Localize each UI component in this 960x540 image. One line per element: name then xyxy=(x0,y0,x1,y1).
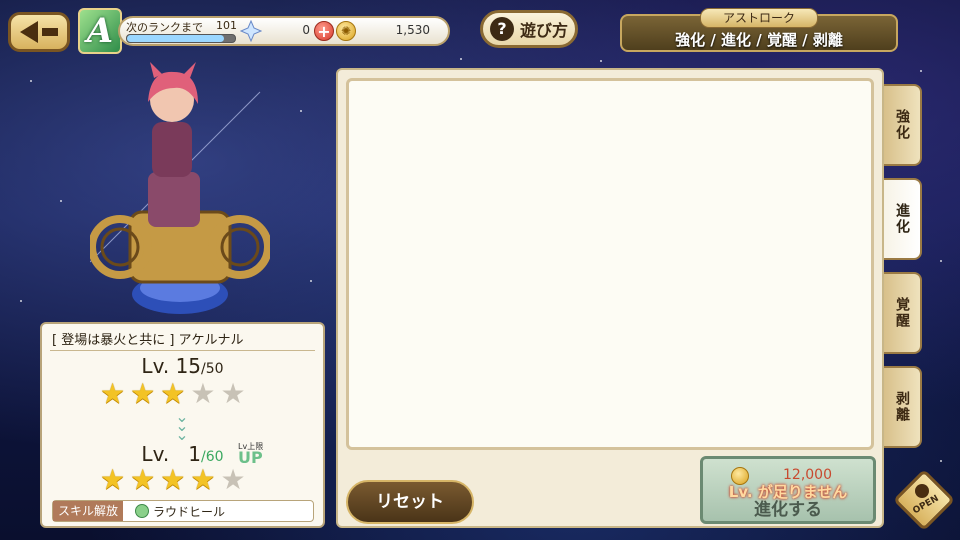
current-star-rating: ★ ★ ★ ★ ★ xyxy=(100,380,246,408)
question-icon: ? xyxy=(489,17,514,41)
current-level-prefix: Lv. xyxy=(141,354,170,378)
coin-count: 1,530 xyxy=(395,23,430,37)
status-bar: 次のランクまで 101 0 + ✺ 1,530 xyxy=(118,16,450,46)
how-to-play-button[interactable]: ? 遊び方 xyxy=(480,10,578,48)
section-title: 強化 / 進化 / 覚醒 / 剥離 xyxy=(675,31,843,49)
star-filled-icon: ★ xyxy=(130,463,156,496)
star-empty-icon: ★ xyxy=(190,377,216,410)
star-empty-icon: ★ xyxy=(220,377,246,410)
level-cap-up-badge: Lv上限 UP xyxy=(238,442,263,466)
star-filled-icon: ★ xyxy=(100,377,126,410)
section-title-plate: アストローク 強化 / 進化 / 覚醒 / 剥離 xyxy=(620,8,898,52)
add-crystal-button[interactable]: + xyxy=(314,21,334,41)
rank-remaining: 101 xyxy=(216,19,237,32)
star-filled-icon: ★ xyxy=(130,377,156,410)
star-filled-icon: ★ xyxy=(100,463,126,496)
skill-heal-icon xyxy=(135,504,149,518)
evolve-button[interactable]: 12,000 進化する Lv. が足りません xyxy=(700,456,876,524)
character-portrait xyxy=(90,62,270,314)
crystal-icon xyxy=(240,20,262,42)
skill-name: ラウドヒール xyxy=(153,505,226,519)
star-empty-icon: ★ xyxy=(220,463,246,496)
back-button[interactable] xyxy=(8,12,70,52)
character-info-card: [ 登場は暴火と共に ] アケルナル Lv. 15/50 ★ ★ ★ ★ ★ ⌄ ⌄ ⌄ L… xyxy=(40,322,325,528)
divider xyxy=(50,350,315,351)
current-level: Lv. 15/50 xyxy=(42,354,323,378)
character-name: [ 登場は暴火と共に ] アケルナル xyxy=(52,333,244,348)
insufficient-level-warning: Lv. が足りません xyxy=(728,483,848,501)
star-filled-icon: ★ xyxy=(190,463,216,496)
coin-icon: ✺ xyxy=(336,21,356,41)
star-filled-icon: ★ xyxy=(160,463,186,496)
tab-evolve[interactable]: 進化 xyxy=(884,178,922,260)
chevron-down-icon: ⌄ ⌄ ⌄ xyxy=(175,407,189,444)
material-area[interactable] xyxy=(346,78,874,450)
tab-awaken[interactable]: 覚醒 xyxy=(884,272,922,354)
rank-label: 次のランクまで xyxy=(126,21,203,34)
skill-unlock-row: スキル解放 ラウドヒール xyxy=(52,500,314,522)
tab-enhance[interactable]: 強化 xyxy=(884,84,922,166)
main-panel: リセット 12,000 進化する Lv. が足りません xyxy=(336,68,884,528)
back-arrow-icon xyxy=(20,21,58,43)
rank-emblem: A xyxy=(78,8,122,54)
exp-bar-fill xyxy=(127,35,225,42)
open-menu-icon xyxy=(915,484,929,498)
star-filled-icon: ★ xyxy=(160,377,186,410)
how-to-play-label: 遊び方 xyxy=(519,21,568,40)
reset-button[interactable]: リセット xyxy=(346,480,474,524)
section-tag: アストローク xyxy=(699,8,819,28)
exp-bar xyxy=(126,34,236,43)
current-level-max: /50 xyxy=(201,361,224,377)
tab-detach[interactable]: 剥離 xyxy=(884,366,922,448)
current-level-value: 15 xyxy=(175,354,202,378)
next-star-rating: ★ ★ ★ ★ ★ xyxy=(100,466,246,494)
skill-unlock-tag: スキル解放 xyxy=(53,501,124,521)
crystal-count: 0 xyxy=(302,23,310,37)
